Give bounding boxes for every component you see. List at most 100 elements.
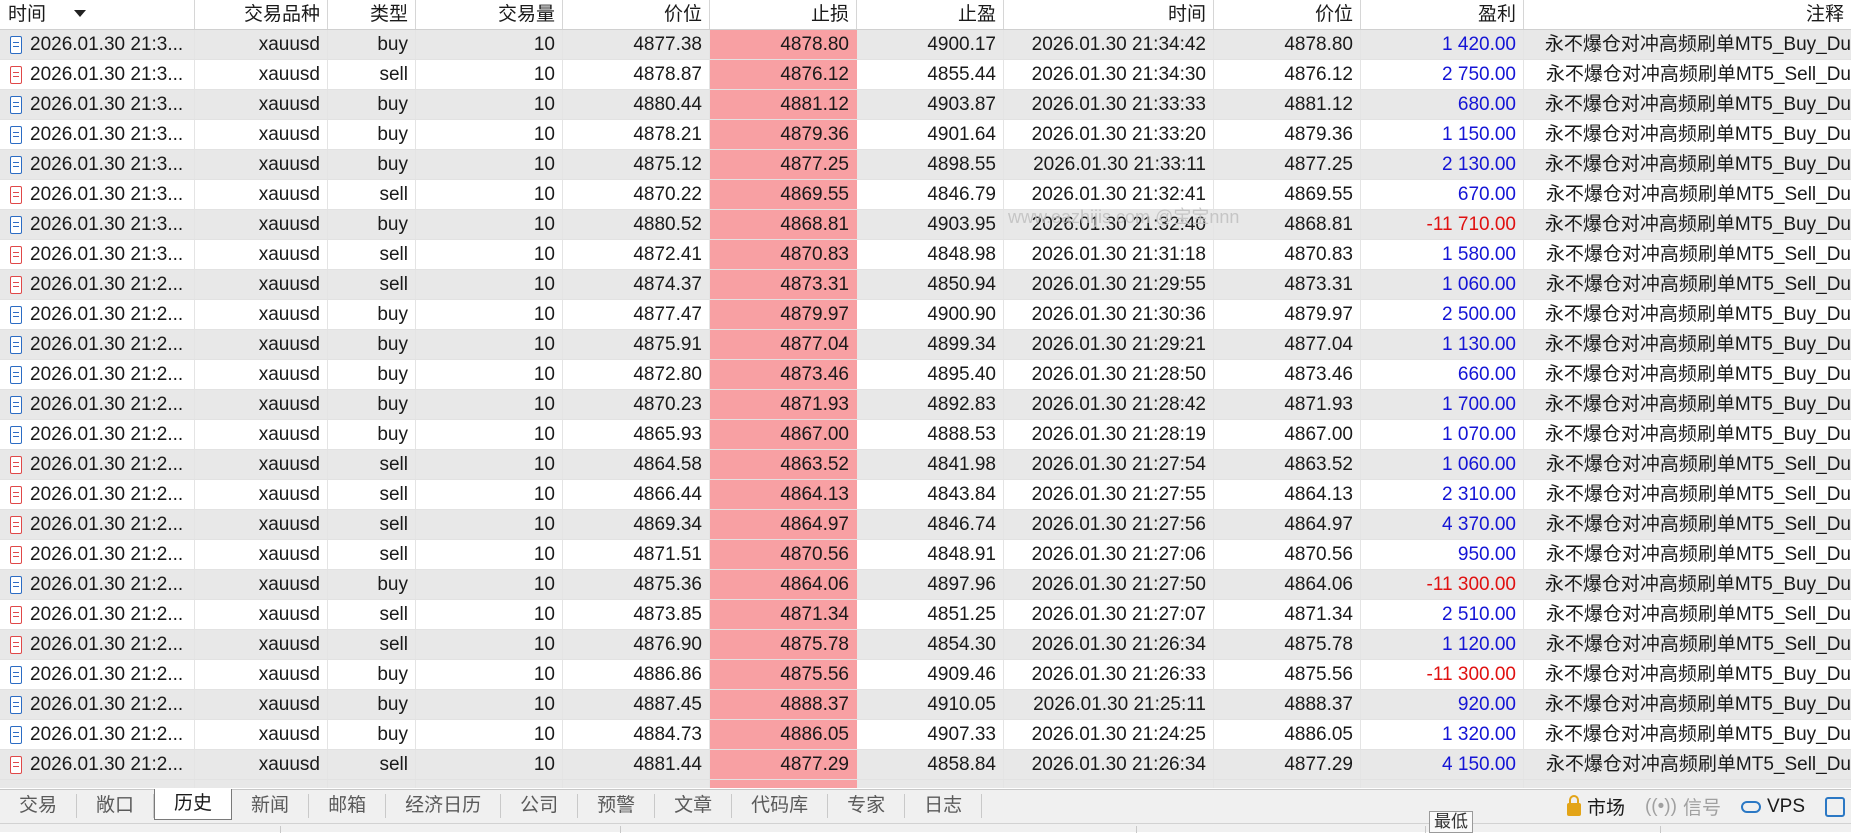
cell-close-time: 2026.01.30 21:27:56: [1004, 510, 1214, 539]
table-row[interactable]: 2026.01.30 21:3... xauusd buy 10 4880.44 4881…: [0, 90, 1851, 120]
signals-button[interactable]: ((•)) 信号: [1639, 793, 1727, 820]
table-row[interactable]: 2026.01.30 21:3... xauusd buy 10 4880.52 4868…: [0, 210, 1851, 240]
table-row[interactable]: 2026.01.30 21:2... xauusd buy 10 4886.86 4875…: [0, 660, 1851, 690]
cell-tp: 4901.64: [857, 120, 1004, 149]
cell-symbol: xauusd: [195, 300, 328, 329]
cell-volume: 10: [416, 30, 563, 59]
table-row[interactable]: 2026.01.30 21:2... xauusd sell 10 4876.90 487…: [0, 630, 1851, 660]
cell-sl: 4870.56: [710, 540, 857, 569]
cell-close-price: 4864.06: [1214, 570, 1361, 599]
table-row[interactable]: 2026.01.30 21:3... xauusd sell 10 4878.87 487…: [0, 60, 1851, 90]
cell-time: 2026.01.30 21:2...: [0, 390, 195, 419]
sell-deal-icon: [10, 545, 22, 564]
cell-volume: 10: [416, 270, 563, 299]
partial-cell: [1214, 780, 1361, 788]
market-button[interactable]: 市场: [1561, 793, 1631, 820]
cell-symbol: xauusd: [195, 660, 328, 689]
table-row[interactable]: 2026.01.30 21:3... xauusd buy 10 4878.21 4879…: [0, 120, 1851, 150]
column-header-close-time[interactable]: 时间: [1004, 0, 1214, 29]
cell-symbol: xauusd: [195, 540, 328, 569]
cell-close-price: 4878.80: [1214, 30, 1361, 59]
cell-time: 2026.01.30 21:2...: [0, 480, 195, 509]
tab-5[interactable]: 邮箱: [309, 794, 387, 818]
cell-type: sell: [328, 750, 416, 779]
cell-tp: 4888.53: [857, 420, 1004, 449]
cell-symbol: xauusd: [195, 600, 328, 629]
column-header-comment[interactable]: 注释: [1524, 0, 1851, 29]
table-header: 时间 交易品种 类型 交易量 价位 止损 止盈 时间 价位 盈利 注释: [0, 0, 1851, 30]
column-header-type[interactable]: 类型: [328, 0, 416, 29]
status-divider: [280, 826, 281, 833]
cell-volume: 10: [416, 150, 563, 179]
tab-6[interactable]: 经济日历: [386, 794, 502, 818]
tab-3[interactable]: 历史: [154, 789, 233, 820]
column-header-tp[interactable]: 止盈: [857, 0, 1004, 29]
vps-button[interactable]: VPS: [1735, 796, 1811, 818]
cell-profit: 1 070.00: [1361, 420, 1524, 449]
tab-10[interactable]: 代码库: [732, 794, 829, 818]
tab-12[interactable]: 日志: [905, 794, 983, 818]
column-header-price[interactable]: 价位: [563, 0, 710, 29]
cell-type: buy: [328, 330, 416, 359]
cell-time: 2026.01.30 21:2...: [0, 750, 195, 779]
cell-type: sell: [328, 630, 416, 659]
column-header-time[interactable]: 时间: [0, 0, 195, 29]
cell-symbol: xauusd: [195, 240, 328, 269]
tab-9[interactable]: 文章: [655, 794, 733, 818]
table-row[interactable]: 2026.01.30 21:2... xauusd sell 10 4881.44 487…: [0, 750, 1851, 780]
tab-8[interactable]: 预警: [578, 794, 656, 818]
cell-type: buy: [328, 660, 416, 689]
table-row[interactable]: 2026.01.30 21:2... xauusd sell 10 4869.34 486…: [0, 510, 1851, 540]
cell-close-price: 4869.55: [1214, 180, 1361, 209]
table-row[interactable]: 2026.01.30 21:2... xauusd sell 10 4866.44 486…: [0, 480, 1851, 510]
table-row[interactable]: 2026.01.30 21:2... xauusd buy 10 4875.91 4877…: [0, 330, 1851, 360]
table-row[interactable]: 2026.01.30 21:2... xauusd buy 10 4870.23 4871…: [0, 390, 1851, 420]
time-text: 2026.01.30 21:2...: [30, 303, 184, 325]
tab-1[interactable]: 交易: [0, 794, 78, 818]
status-bar: [0, 823, 1851, 833]
table-row[interactable]: 2026.01.30 21:2... xauusd sell 10 4874.37 487…: [0, 270, 1851, 300]
cell-type: buy: [328, 570, 416, 599]
tab-4[interactable]: 新闻: [232, 794, 310, 818]
cell-type: buy: [328, 390, 416, 419]
column-header-sl[interactable]: 止损: [710, 0, 857, 29]
cell-close-price: 4881.12: [1214, 90, 1361, 119]
column-header-symbol[interactable]: 交易品种: [195, 0, 328, 29]
cell-comment: 永不爆仓对冲高频刷单MT5_Sell_Du: [1545, 454, 1851, 475]
table-row[interactable]: 2026.01.30 21:2... xauusd sell 10 4864.58 486…: [0, 450, 1851, 480]
cell-type: buy: [328, 300, 416, 329]
tab-7[interactable]: 公司: [501, 794, 579, 818]
column-header-close-price[interactable]: 价位: [1214, 0, 1361, 29]
table-row[interactable]: 2026.01.30 21:3... xauusd buy 10 4877.38 4878…: [0, 30, 1851, 60]
chip-button[interactable]: [1819, 796, 1851, 817]
table-row[interactable]: 2026.01.30 21:2... xauusd sell 10 4873.85 487…: [0, 600, 1851, 630]
history-table: 时间 交易品种 类型 交易量 价位 止损 止盈 时间 价位 盈利 注释 2026…: [0, 0, 1851, 788]
cell-tp: 4848.98: [857, 240, 1004, 269]
table-row[interactable]: 2026.01.30 21:2... xauusd buy 10 4872.80 4873…: [0, 360, 1851, 390]
table-row[interactable]: 2026.01.30 21:3... xauusd sell 10 4870.22 486…: [0, 180, 1851, 210]
table-row[interactable]: 2026.01.30 21:2... xauusd buy 10 4884.73 4886…: [0, 720, 1851, 750]
cell-volume: 10: [416, 690, 563, 719]
table-row[interactable]: 2026.01.30 21:2... xauusd sell 10 4871.51 487…: [0, 540, 1851, 570]
cell-type: sell: [328, 540, 416, 569]
cell-sl: 4864.06: [710, 570, 857, 599]
cell-volume: 10: [416, 600, 563, 629]
table-row[interactable]: 2026.01.30 21:2... xauusd buy 10 4887.45 4888…: [0, 690, 1851, 720]
time-text: 2026.01.30 21:2...: [30, 513, 184, 535]
cell-close-time: 2026.01.30 21:27:55: [1004, 480, 1214, 509]
cell-price: 4886.86: [563, 660, 710, 689]
cell-comment: 永不爆仓对冲高频刷单MT5_Buy_Du: [1544, 394, 1851, 415]
tab-11[interactable]: 专家: [828, 794, 906, 818]
column-header-volume[interactable]: 交易量: [416, 0, 563, 29]
table-row[interactable]: 2026.01.30 21:3... xauusd buy 10 4875.12 4877…: [0, 150, 1851, 180]
table-row[interactable]: 2026.01.30 21:2... xauusd buy 10 4865.93 4867…: [0, 420, 1851, 450]
cell-symbol: xauusd: [195, 90, 328, 119]
cell-comment: 永不爆仓对冲高频刷单MT5_Sell_Du: [1545, 604, 1851, 625]
tab-2[interactable]: 敞口: [77, 794, 155, 818]
column-header-profit[interactable]: 盈利: [1361, 0, 1524, 29]
table-row[interactable]: 2026.01.30 21:2... xauusd buy 10 4875.36 4864…: [0, 570, 1851, 600]
cell-profit: 4 370.00: [1361, 510, 1524, 539]
table-row[interactable]: 2026.01.30 21:2... xauusd buy 10 4877.47 4879…: [0, 300, 1851, 330]
time-text: 2026.01.30 21:2...: [30, 453, 184, 475]
table-row[interactable]: 2026.01.30 21:3... xauusd sell 10 4872.41 487…: [0, 240, 1851, 270]
